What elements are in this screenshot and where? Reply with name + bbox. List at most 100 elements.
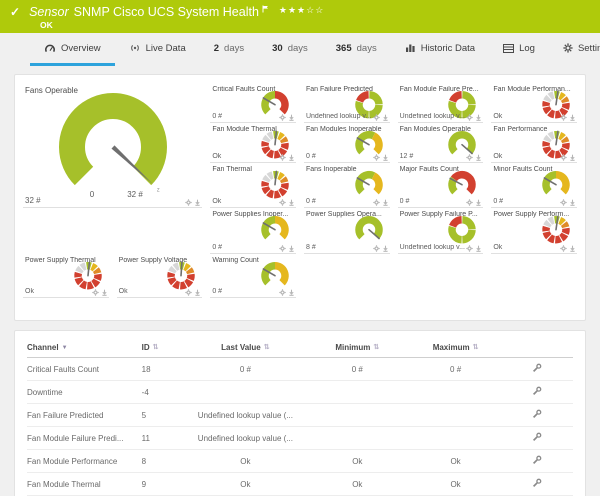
tab-number: 30 xyxy=(272,43,283,54)
cell-last: Ok xyxy=(185,473,305,496)
column-header-minimum[interactable]: Minimum⇅ xyxy=(305,337,409,358)
gauge-pin-icon[interactable] xyxy=(569,114,576,121)
gauge-settings-gear-icon[interactable] xyxy=(373,154,380,161)
gauge-pin-icon[interactable] xyxy=(475,154,482,161)
gauge-pin-icon[interactable] xyxy=(288,245,295,252)
gauge-pin-icon[interactable] xyxy=(194,289,201,296)
gauge-pin-icon[interactable] xyxy=(475,199,482,206)
tab-2-days[interactable]: 2days xyxy=(200,33,258,66)
gauge-settings-gear-icon[interactable] xyxy=(279,199,286,206)
gauge-tile-fan-performance[interactable]: Fan PerformanceOk xyxy=(491,123,577,163)
gauge-tile-fans-operable[interactable]: Fans Operable032 #z32 # xyxy=(23,83,202,208)
gauge-pin-icon[interactable] xyxy=(569,154,576,161)
gauge-pin-icon[interactable] xyxy=(288,154,295,161)
edit-channel-wrench-icon[interactable] xyxy=(532,481,542,490)
tab-live-data[interactable]: Live Data xyxy=(115,33,200,66)
gauge-dial xyxy=(539,215,573,244)
gauge-value: 0 # xyxy=(493,198,559,205)
tab-historic-data[interactable]: Historic Data xyxy=(391,33,489,66)
gauge-settings-gear-icon[interactable] xyxy=(466,199,473,206)
edit-channel-wrench-icon[interactable] xyxy=(532,366,542,375)
priority-stars[interactable]: ★★★☆☆ xyxy=(279,5,324,16)
tab-settings[interactable]: Settings xyxy=(549,33,600,66)
gauge-settings-gear-icon[interactable] xyxy=(373,245,380,252)
column-label: Channel xyxy=(27,343,59,352)
tab-log[interactable]: Log xyxy=(489,33,549,66)
gauge-pin-icon[interactable] xyxy=(382,245,389,252)
cell-min xyxy=(305,427,409,450)
gauge-tile-fan-modules-inoperable[interactable]: Fan Modules Inoperable0 # xyxy=(304,123,390,163)
gauge-tile-fan-module-performan[interactable]: Fan Module Performan...Ok xyxy=(491,83,577,123)
gauge-pin-icon[interactable] xyxy=(569,199,576,206)
gauge-pin-icon[interactable] xyxy=(194,199,201,206)
gauge-tile-fan-modules-operable[interactable]: Fan Modules Operable12 # xyxy=(398,123,484,163)
tab-365-days[interactable]: 365days xyxy=(322,33,391,66)
gauge-settings-gear-icon[interactable] xyxy=(279,289,286,296)
cell-last xyxy=(185,381,305,404)
gauge-pin-icon[interactable] xyxy=(288,289,295,296)
cell-max: Ok xyxy=(409,473,502,496)
gauge-settings-gear-icon[interactable] xyxy=(466,154,473,161)
gauge-tile-fans-inoperable[interactable]: Fans Inoperable0 # xyxy=(304,163,390,208)
gauge-settings-gear-icon[interactable] xyxy=(373,199,380,206)
gauge-settings-gear-icon[interactable] xyxy=(279,114,286,121)
bar-chart-icon xyxy=(405,43,416,53)
gauge-pin-icon[interactable] xyxy=(382,154,389,161)
gauge-pin-icon[interactable] xyxy=(288,114,295,121)
gauge-pin-icon[interactable] xyxy=(475,245,482,252)
gauge-settings-gear-icon[interactable] xyxy=(560,199,567,206)
gauge-pin-icon[interactable] xyxy=(382,199,389,206)
gauge-tile-power-supply-perform[interactable]: Power Supply Perform...Ok xyxy=(491,208,577,254)
gauge-tile-power-supply-thermal[interactable]: Power Supply ThermalOk xyxy=(23,254,109,298)
gauge-tile-fan-failure-predicted[interactable]: Fan Failure PredictedUndefined lookup v.… xyxy=(304,83,390,123)
gauge-tile-fan-module-thermal[interactable]: Fan Module ThermalOk xyxy=(210,123,296,163)
cell-last: 0 # xyxy=(185,358,305,381)
gauge-pin-icon[interactable] xyxy=(101,289,108,296)
gauge-tile-warning-count[interactable]: Warning Count0 # xyxy=(210,254,296,298)
gauge-settings-gear-icon[interactable] xyxy=(185,199,192,206)
gauge-tile-power-supplies-opera[interactable]: Power Supplies Opera...8 # xyxy=(304,208,390,254)
tab-label: days xyxy=(224,43,244,54)
gauge-settings-gear-icon[interactable] xyxy=(560,245,567,252)
gauge-dial xyxy=(352,170,386,199)
column-header-channel[interactable]: Channel▼ xyxy=(27,337,142,358)
table-row-fan-module-performance: Fan Module Performance8OkOkOk xyxy=(27,450,573,473)
gauge-settings-gear-icon[interactable] xyxy=(466,114,473,121)
gauge-tile-power-supply-failure-p[interactable]: Power Supply Failure P...Undefined looku… xyxy=(398,208,484,254)
gauge-pin-icon[interactable] xyxy=(288,199,295,206)
gauge-settings-gear-icon[interactable] xyxy=(560,114,567,121)
gauge-settings-gear-icon[interactable] xyxy=(279,154,286,161)
gauge-pin-icon[interactable] xyxy=(382,114,389,121)
gauge-dial xyxy=(539,170,573,199)
gauge-value: 32 # xyxy=(25,196,162,205)
tab-30-days[interactable]: 30days xyxy=(258,33,322,66)
edit-channel-wrench-icon[interactable] xyxy=(532,412,542,421)
edit-channel-wrench-icon[interactable] xyxy=(532,389,542,398)
gauge-settings-gear-icon[interactable] xyxy=(185,289,192,296)
gauge-tile-fan-module-failure-pre[interactable]: Fan Module Failure Pre...Undefined looku… xyxy=(398,83,484,123)
gauge-settings-gear-icon[interactable] xyxy=(466,245,473,252)
gauge-tile-power-supplies-inoper[interactable]: Power Supplies Inoper...0 # xyxy=(210,208,296,254)
gauge-tile-critical-faults-count[interactable]: Critical Faults Count0 # xyxy=(210,83,296,123)
edit-channel-wrench-icon[interactable] xyxy=(532,435,542,444)
flag-icon[interactable] xyxy=(262,0,269,18)
gauge-dial xyxy=(352,215,386,244)
edit-channel-wrench-icon[interactable] xyxy=(532,458,542,467)
gauge-settings-gear-icon[interactable] xyxy=(92,289,99,296)
gauge-tile-fan-thermal[interactable]: Fan ThermalOk xyxy=(210,163,296,208)
gauge-pin-icon[interactable] xyxy=(475,114,482,121)
gauge-settings-gear-icon[interactable] xyxy=(560,154,567,161)
sort-both-icon: ⇅ xyxy=(373,344,379,351)
gauge-value: 12 # xyxy=(400,153,466,160)
gauge-tile-power-supply-voltage[interactable]: Power Supply VoltageOk xyxy=(117,254,203,298)
column-header-last-value[interactable]: Last Value⇅ xyxy=(185,337,305,358)
column-header-maximum[interactable]: Maximum⇅ xyxy=(409,337,502,358)
tab-overview[interactable]: Overview xyxy=(30,33,115,66)
column-header-id[interactable]: ID⇅ xyxy=(142,337,186,358)
gauge-tile-major-faults-count[interactable]: Major Faults Count0 # xyxy=(398,163,484,208)
gauge-tile-minor-faults-count[interactable]: Minor Faults Count0 # xyxy=(491,163,577,208)
gauge-settings-gear-icon[interactable] xyxy=(373,114,380,121)
gauge-settings-gear-icon[interactable] xyxy=(279,245,286,252)
gauge-pin-icon[interactable] xyxy=(569,245,576,252)
gauge-value: Ok xyxy=(119,288,185,295)
